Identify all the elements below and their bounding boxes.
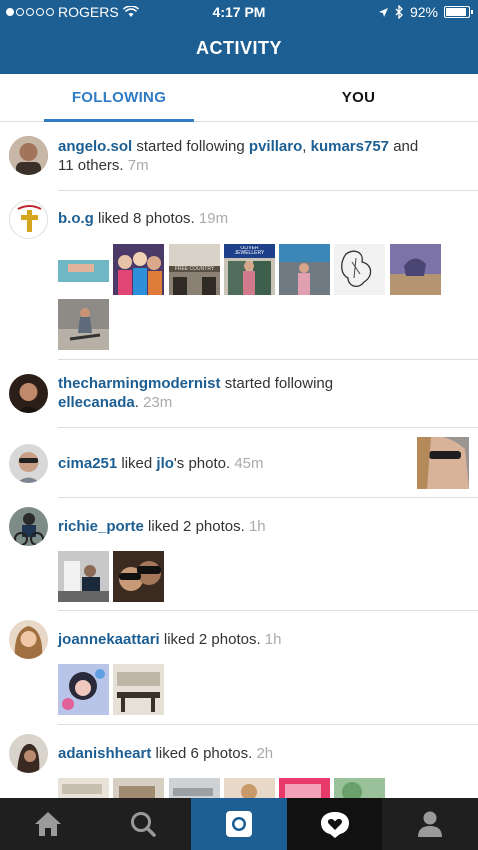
storefront-sign-text: OLIVER JEWELLERY [234, 246, 265, 256]
activity-text: . [134, 394, 144, 411]
username-link[interactable]: joannekaattari [58, 631, 160, 648]
location-arrow-icon [378, 7, 388, 17]
nav-camera-button[interactable] [191, 798, 287, 850]
liked-photo-thumbnail[interactable] [169, 778, 220, 798]
divider [58, 427, 478, 428]
activity-text: started following [220, 375, 334, 392]
avatar[interactable] [9, 136, 48, 175]
storefront-sign-text: FREE COUNTRY [174, 266, 215, 272]
liked-photo-thumbnail[interactable] [58, 244, 109, 295]
comma-text: , [302, 138, 311, 155]
divider [58, 359, 478, 360]
liked-photo-thumbnail[interactable] [113, 551, 164, 602]
liked-photo-thumbnail[interactable] [279, 778, 330, 798]
liked-photo-thumbnail[interactable] [334, 244, 385, 295]
username-link[interactable]: richie_porte [58, 518, 144, 535]
timestamp: 7m [127, 157, 149, 174]
timestamp: 23m [143, 394, 173, 411]
liked-photo-thumbnail[interactable] [58, 299, 109, 350]
tab-you[interactable]: YOU [286, 74, 431, 122]
bottom-nav-bar [0, 798, 478, 850]
divider [58, 190, 478, 191]
bluetooth-icon [395, 5, 403, 19]
page-title: ACTIVITY [195, 38, 282, 58]
liked-photo-thumbnail[interactable] [58, 551, 109, 602]
activity-text: liked 6 photos. [151, 745, 257, 762]
avatar[interactable] [9, 734, 48, 773]
profile-icon [418, 811, 443, 837]
username-link[interactable]: kumars757 [311, 138, 389, 155]
camera-icon [225, 811, 252, 837]
nav-profile-button[interactable] [382, 798, 478, 850]
username-link[interactable]: angelo.sol [58, 138, 132, 155]
liked-photo-thumbnail[interactable]: FREE COUNTRY [169, 244, 220, 295]
liked-photo-thumbnail[interactable] [113, 664, 164, 715]
nav-search-button[interactable] [96, 798, 192, 850]
divider [58, 724, 478, 725]
battery-percent: 92% [409, 4, 438, 20]
liked-photo-thumbnail[interactable] [224, 778, 275, 798]
liked-photo-thumbnail[interactable] [334, 778, 385, 798]
username-link[interactable]: adanishheart [58, 745, 151, 762]
activity-text: liked 2 photos. [143, 518, 249, 535]
status-bar: ROGERS 4:17 PM 92% [0, 0, 478, 24]
timestamp: 1h [248, 518, 266, 535]
tab-following[interactable]: FOLLOWING [44, 74, 194, 122]
activity-text: liked 2 photos. [159, 631, 265, 648]
nav-home-button[interactable] [0, 798, 96, 850]
timestamp: 19m [198, 210, 229, 227]
nav-activity-button[interactable] [286, 798, 383, 850]
username-link[interactable]: pvillaro [249, 138, 302, 155]
timestamp: 45m [234, 455, 264, 472]
timestamp: 1h [264, 631, 282, 648]
home-icon [34, 812, 61, 836]
avatar[interactable] [9, 620, 48, 659]
activity-text: and [389, 138, 419, 155]
battery-icon [444, 6, 473, 18]
liked-photo-thumbnail[interactable] [279, 244, 330, 295]
search-icon [131, 812, 157, 837]
avatar[interactable] [9, 507, 48, 546]
liked-photo-thumbnail[interactable] [417, 437, 469, 489]
avatar[interactable] [9, 200, 48, 239]
liked-photo-thumbnail[interactable] [113, 244, 164, 295]
activity-feed[interactable]: angelo.sol started following pvillaro, k… [0, 122, 478, 798]
username-link[interactable]: ellecanada [58, 394, 135, 411]
activity-text: liked [117, 455, 157, 472]
avatar[interactable] [9, 374, 48, 413]
username-link[interactable]: jlo [156, 455, 174, 472]
divider [58, 610, 478, 611]
liked-photo-thumbnail[interactable]: OLIVER JEWELLERY [224, 244, 275, 295]
activity-text: 's photo. [173, 455, 235, 472]
liked-photo-thumbnail[interactable] [390, 244, 441, 295]
liked-photo-thumbnail[interactable] [58, 664, 109, 715]
username-link[interactable]: b.o.g [58, 210, 94, 227]
timestamp: 2h [256, 745, 274, 762]
header-bar: ROGERS 4:17 PM 92% ACTIVITY [0, 0, 478, 74]
activity-text: 11 others. [58, 157, 128, 174]
username-link[interactable]: thecharmingmodernist [58, 375, 221, 392]
activity-text: liked 8 photos. [93, 210, 199, 227]
avatar[interactable] [9, 444, 48, 483]
activity-heart-icon [320, 812, 349, 838]
liked-photo-thumbnail[interactable] [58, 778, 109, 798]
divider [58, 497, 478, 498]
activity-text: started following [132, 138, 249, 155]
activity-tabs: FOLLOWING YOU [0, 74, 478, 122]
liked-photo-thumbnail[interactable] [113, 778, 164, 798]
username-link[interactable]: cima251 [58, 455, 117, 472]
